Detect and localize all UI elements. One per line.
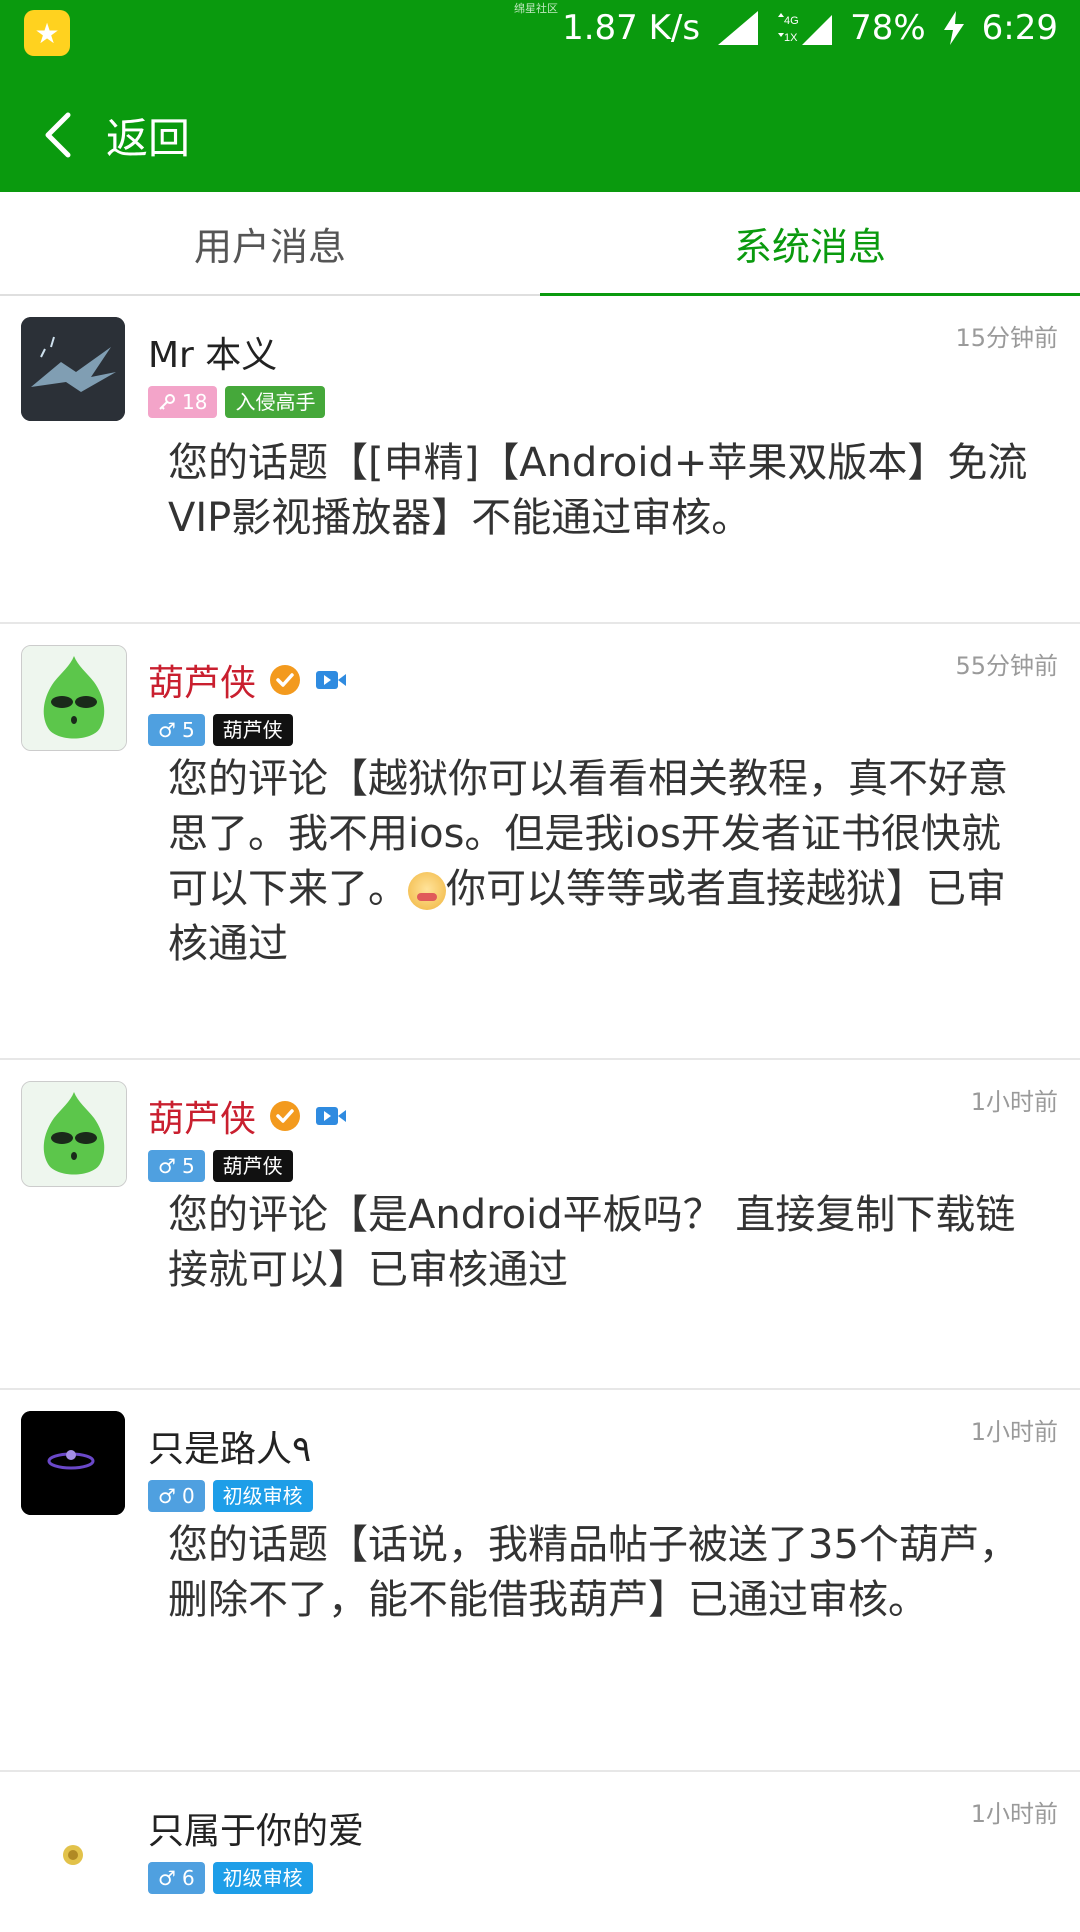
grin-emoji-icon [408, 872, 446, 910]
male-icon: ♂ [158, 1866, 176, 1890]
message-tabs: 用户消息 系统消息 [0, 192, 1080, 296]
charging-icon [943, 11, 964, 45]
status-indicators: 1.87 K/s 4G 1X 78% 6:29 [562, 8, 1058, 48]
app-notification-icon: ★ [24, 10, 70, 56]
user-badges: ♂ 0 初级审核 [148, 1480, 313, 1512]
avatar[interactable] [21, 1793, 125, 1897]
clock: 6:29 [981, 8, 1058, 48]
message-item[interactable]: 只是路人٩ 1小时前 ♂ 0 初级审核 您的话题【话说，我精品帖子被送了35个葫… [0, 1390, 1080, 1772]
title-badge: 初级审核 [212, 1862, 313, 1894]
username[interactable]: Mr 本义 [148, 326, 277, 378]
message-content: 您的评论【越狱你可以看看相关教程，真不好意思了。我不用ios。但是我ios开发者… [168, 756, 1008, 967]
user-badges: ♂ 5 葫芦侠 [148, 1150, 293, 1182]
avatar[interactable] [21, 1081, 127, 1187]
network-type-icon: 4G 1X [778, 13, 833, 45]
video-icon [316, 671, 347, 689]
key-icon [159, 394, 175, 410]
video-icon [316, 1107, 347, 1125]
message-time: 1小时前 [970, 1800, 1058, 1828]
user-badges: ♂ 6 初级审核 [148, 1862, 313, 1894]
tab-system-messages[interactable]: 系统消息 [540, 192, 1080, 294]
battery-level: 78% [850, 8, 926, 48]
gender-level-badge: ♂ 6 [148, 1862, 205, 1894]
signal-icon [718, 11, 759, 45]
username[interactable]: 葫芦侠 [148, 654, 348, 706]
message-item[interactable]: Mr 本义 15分钟前 18 入侵高手 您的话题【[申精]【Android+苹果… [0, 296, 1080, 624]
message-content: 您的话题【话说，我精品帖子被送了35个葫芦，删除不了，能不能借我葫芦】已通过审核… [168, 1522, 1019, 1623]
gender-level-badge: ♂ 5 [148, 714, 205, 746]
title-badge: 入侵高手 [225, 386, 326, 418]
status-bar: ★ 绵星社区 1.87 K/s 4G 1X 78% 6:29 [0, 0, 1080, 62]
tab-user-messages[interactable]: 用户消息 [0, 192, 540, 294]
message-item[interactable]: 葫芦侠 1小时前 ♂ 5 葫芦侠 您的评论【是Android平板吗？ 直接复制下… [0, 1060, 1080, 1390]
title-badge: 初级审核 [212, 1480, 313, 1512]
avatar[interactable] [21, 1411, 125, 1515]
message-time: 1小时前 [970, 1088, 1058, 1116]
nav-bar: 返回 [0, 100, 190, 170]
title-badge: 葫芦侠 [212, 1150, 293, 1182]
gender-level-badge: ♂ 5 [148, 1150, 205, 1182]
top-bar: ★ 绵星社区 1.87 K/s 4G 1X 78% 6:29 返回 [0, 0, 1080, 192]
level-badge: 18 [148, 386, 218, 418]
gender-level-badge: ♂ 0 [148, 1480, 205, 1512]
message-time: 55分钟前 [955, 652, 1058, 680]
male-icon: ♂ [158, 1484, 176, 1508]
network-speed: 1.87 K/s [562, 8, 701, 48]
back-icon[interactable] [42, 111, 90, 159]
title-badge: 葫芦侠 [212, 714, 293, 746]
user-badges: 18 入侵高手 [148, 386, 326, 418]
avatar[interactable] [21, 645, 127, 751]
username[interactable]: 只是路人٩ [148, 1420, 311, 1472]
verified-icon [270, 1101, 301, 1131]
avatar[interactable] [21, 317, 125, 421]
username[interactable]: 葫芦侠 [148, 1090, 348, 1142]
user-badges: ♂ 5 葫芦侠 [148, 714, 293, 746]
message-content: 您的评论【是Android平板吗？ 直接复制下载链接就可以】已审核通过 [168, 1192, 1016, 1293]
message-item[interactable]: 葫芦侠 55分钟前 ♂ 5 葫芦侠 您的评论【越狱你可以看看相关教程，真不好意思… [0, 624, 1080, 1060]
message-content: 您的话题【[申精]【Android+苹果双版本】免流VIP影视播放器】不能通过审… [168, 440, 1028, 541]
back-button[interactable]: 返回 [106, 105, 190, 166]
male-icon: ♂ [158, 1154, 176, 1178]
male-icon: ♂ [158, 718, 176, 742]
username[interactable]: 只属于你的爱 [148, 1802, 364, 1854]
message-time: 1小时前 [970, 1418, 1058, 1446]
verified-icon [270, 665, 301, 695]
status-tiny-text: 绵星社区 [514, 2, 558, 15]
svg-text:1X: 1X [784, 32, 798, 44]
message-item[interactable]: 只属于你的爱 1小时前 ♂ 6 初级审核 [0, 1772, 1080, 1932]
svg-text:4G: 4G [784, 15, 799, 27]
message-time: 15分钟前 [955, 324, 1058, 352]
